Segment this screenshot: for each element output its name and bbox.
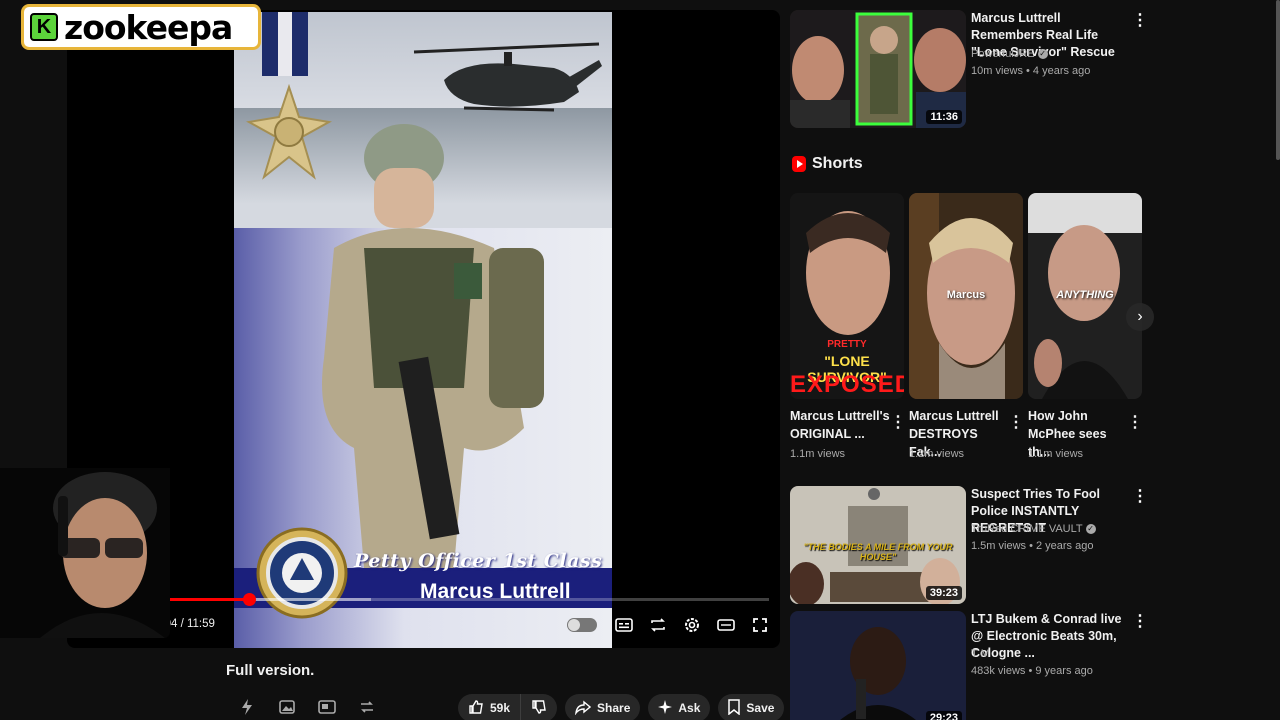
subtitles-icon[interactable] bbox=[613, 614, 635, 636]
medal-ribbon bbox=[262, 12, 308, 76]
short-caption: ANYTHING bbox=[1056, 289, 1114, 301]
more-vert-icon[interactable]: ⋮ bbox=[1132, 10, 1148, 30]
thumbs-down-icon bbox=[531, 699, 547, 718]
sparkle-icon bbox=[658, 699, 673, 717]
remix-icon[interactable] bbox=[356, 696, 378, 718]
video-duration: 29:23 bbox=[925, 711, 962, 720]
theater-icon[interactable] bbox=[715, 614, 737, 636]
channel-name[interactable]: T M bbox=[971, 648, 990, 660]
left-tools bbox=[236, 696, 378, 718]
lightning-icon[interactable] bbox=[236, 696, 258, 718]
short-caption-top: PRETTY bbox=[827, 339, 867, 350]
progress-scrubber[interactable] bbox=[242, 593, 256, 606]
short-title-1[interactable]: Marcus Luttrell's ORIGINAL ... bbox=[790, 407, 890, 443]
image-icon[interactable] bbox=[276, 696, 298, 718]
like-count: 59k bbox=[490, 701, 511, 715]
fullscreen-icon[interactable] bbox=[749, 614, 771, 636]
dislike-button[interactable] bbox=[520, 694, 558, 720]
more-vert-icon[interactable]: ⋮ bbox=[1132, 611, 1148, 631]
video-meta: 10m views • 4 years ago bbox=[971, 65, 1091, 77]
page-scrollbar[interactable] bbox=[1276, 0, 1280, 160]
progress-played bbox=[157, 598, 249, 601]
channel-name-text: TruRed CRIME VAULT bbox=[971, 523, 1083, 535]
webcam-overlay bbox=[0, 468, 170, 638]
shorts-heading-text: Shorts bbox=[812, 155, 863, 172]
video-duration: 39:23 bbox=[925, 586, 962, 600]
thumbs-up-icon bbox=[468, 699, 484, 718]
shorts-heading: Shorts bbox=[792, 155, 863, 173]
verified-icon: ✓ bbox=[1085, 524, 1096, 535]
overlay-rank-text: Petty Officer 1st Class bbox=[354, 550, 603, 572]
short-views-1: 1.1m views bbox=[790, 448, 846, 460]
action-bar: 59k Share Ask Save ⋯ bbox=[458, 694, 821, 720]
more-vert-icon[interactable]: ⋮ bbox=[1008, 412, 1024, 432]
channel-name-text: PowerfulJRE bbox=[971, 48, 1035, 60]
video-frame: Petty Officer 1st Class Marcus Luttrell bbox=[234, 12, 612, 648]
video-player[interactable]: Petty Officer 1st Class Marcus Luttrell … bbox=[67, 10, 780, 648]
shorts-icon bbox=[792, 156, 806, 172]
autoplay-toggle[interactable] bbox=[567, 618, 597, 632]
short-caption-bottom: EXPOSED bbox=[790, 371, 904, 398]
streamer-image bbox=[0, 468, 170, 638]
channel-name[interactable]: PowerfulJRE ✓ bbox=[971, 48, 1048, 60]
video-title[interactable]: LTJ Bukem & Conrad live @ Electronic Bea… bbox=[971, 611, 1131, 662]
save-button[interactable]: Save bbox=[718, 694, 785, 720]
like-button[interactable]: 59k bbox=[458, 694, 521, 720]
more-vert-icon[interactable]: ⋮ bbox=[1127, 412, 1143, 432]
thumbnail-image bbox=[790, 611, 966, 720]
more-vert-icon[interactable]: ⋮ bbox=[1132, 486, 1148, 506]
recommended-video-2[interactable]: "THE BODIES A MILE FROM YOUR HOUSE" 39:2… bbox=[790, 486, 1280, 606]
short-thumbnail-1[interactable]: PRETTY "LONE SURVIVOR" EXPOSED bbox=[790, 193, 904, 399]
settings-icon[interactable] bbox=[681, 614, 703, 636]
chevron-right-icon[interactable]: › bbox=[1126, 303, 1154, 331]
video-meta: 483k views • 9 years ago bbox=[971, 665, 1093, 677]
channel-name[interactable]: TruRed CRIME VAULT ✓ bbox=[971, 523, 1096, 535]
thumbnail-caption: "THE BODIES A MILE FROM YOUR HOUSE" bbox=[803, 542, 953, 562]
video-meta: 1.5m views • 2 years ago bbox=[971, 540, 1094, 552]
video-thumbnail[interactable]: "THE BODIES A MILE FROM YOUR HOUSE" 39:2… bbox=[790, 486, 966, 604]
verified-icon: ✓ bbox=[1037, 49, 1048, 60]
share-icon bbox=[575, 699, 592, 718]
share-label: Share bbox=[597, 701, 631, 715]
bookmark-icon bbox=[728, 698, 741, 718]
more-vert-icon[interactable]: ⋮ bbox=[890, 412, 906, 432]
ask-button[interactable]: Ask bbox=[648, 694, 711, 720]
video-description[interactable]: Full version. bbox=[226, 662, 314, 679]
short-thumbnail-3[interactable]: ANYTHING bbox=[1028, 193, 1142, 399]
channel-logo: K zookeepa bbox=[21, 4, 261, 50]
video-thumbnail[interactable]: 29:23 bbox=[790, 611, 966, 720]
short-views-2: 1.2m views bbox=[909, 448, 965, 460]
navy-seal-emblem bbox=[256, 527, 348, 619]
recommended-video-3[interactable]: 29:23 LTJ Bukem & Conrad live @ Electron… bbox=[790, 611, 1280, 720]
recommended-video-1[interactable]: 11:36 Marcus Luttrell Remembers Real Lif… bbox=[790, 10, 1280, 130]
share-button[interactable]: Share bbox=[565, 694, 641, 720]
short-views-3: 1.1m views bbox=[1028, 448, 1084, 460]
logo-text: zookeepa bbox=[64, 7, 233, 47]
short-thumbnail-2[interactable]: Marcus bbox=[909, 193, 1023, 399]
save-label: Save bbox=[746, 701, 775, 715]
video-thumbnail[interactable]: 11:36 bbox=[790, 10, 966, 128]
short-caption: Marcus bbox=[946, 289, 986, 301]
logo-k-badge: K bbox=[30, 13, 58, 41]
loop-icon[interactable] bbox=[647, 614, 669, 636]
soldier-image bbox=[322, 124, 544, 568]
video-duration: 11:36 bbox=[926, 110, 962, 124]
ask-label: Ask bbox=[678, 701, 701, 715]
player-controls-right bbox=[567, 614, 771, 636]
miniplayer-icon[interactable] bbox=[316, 696, 338, 718]
